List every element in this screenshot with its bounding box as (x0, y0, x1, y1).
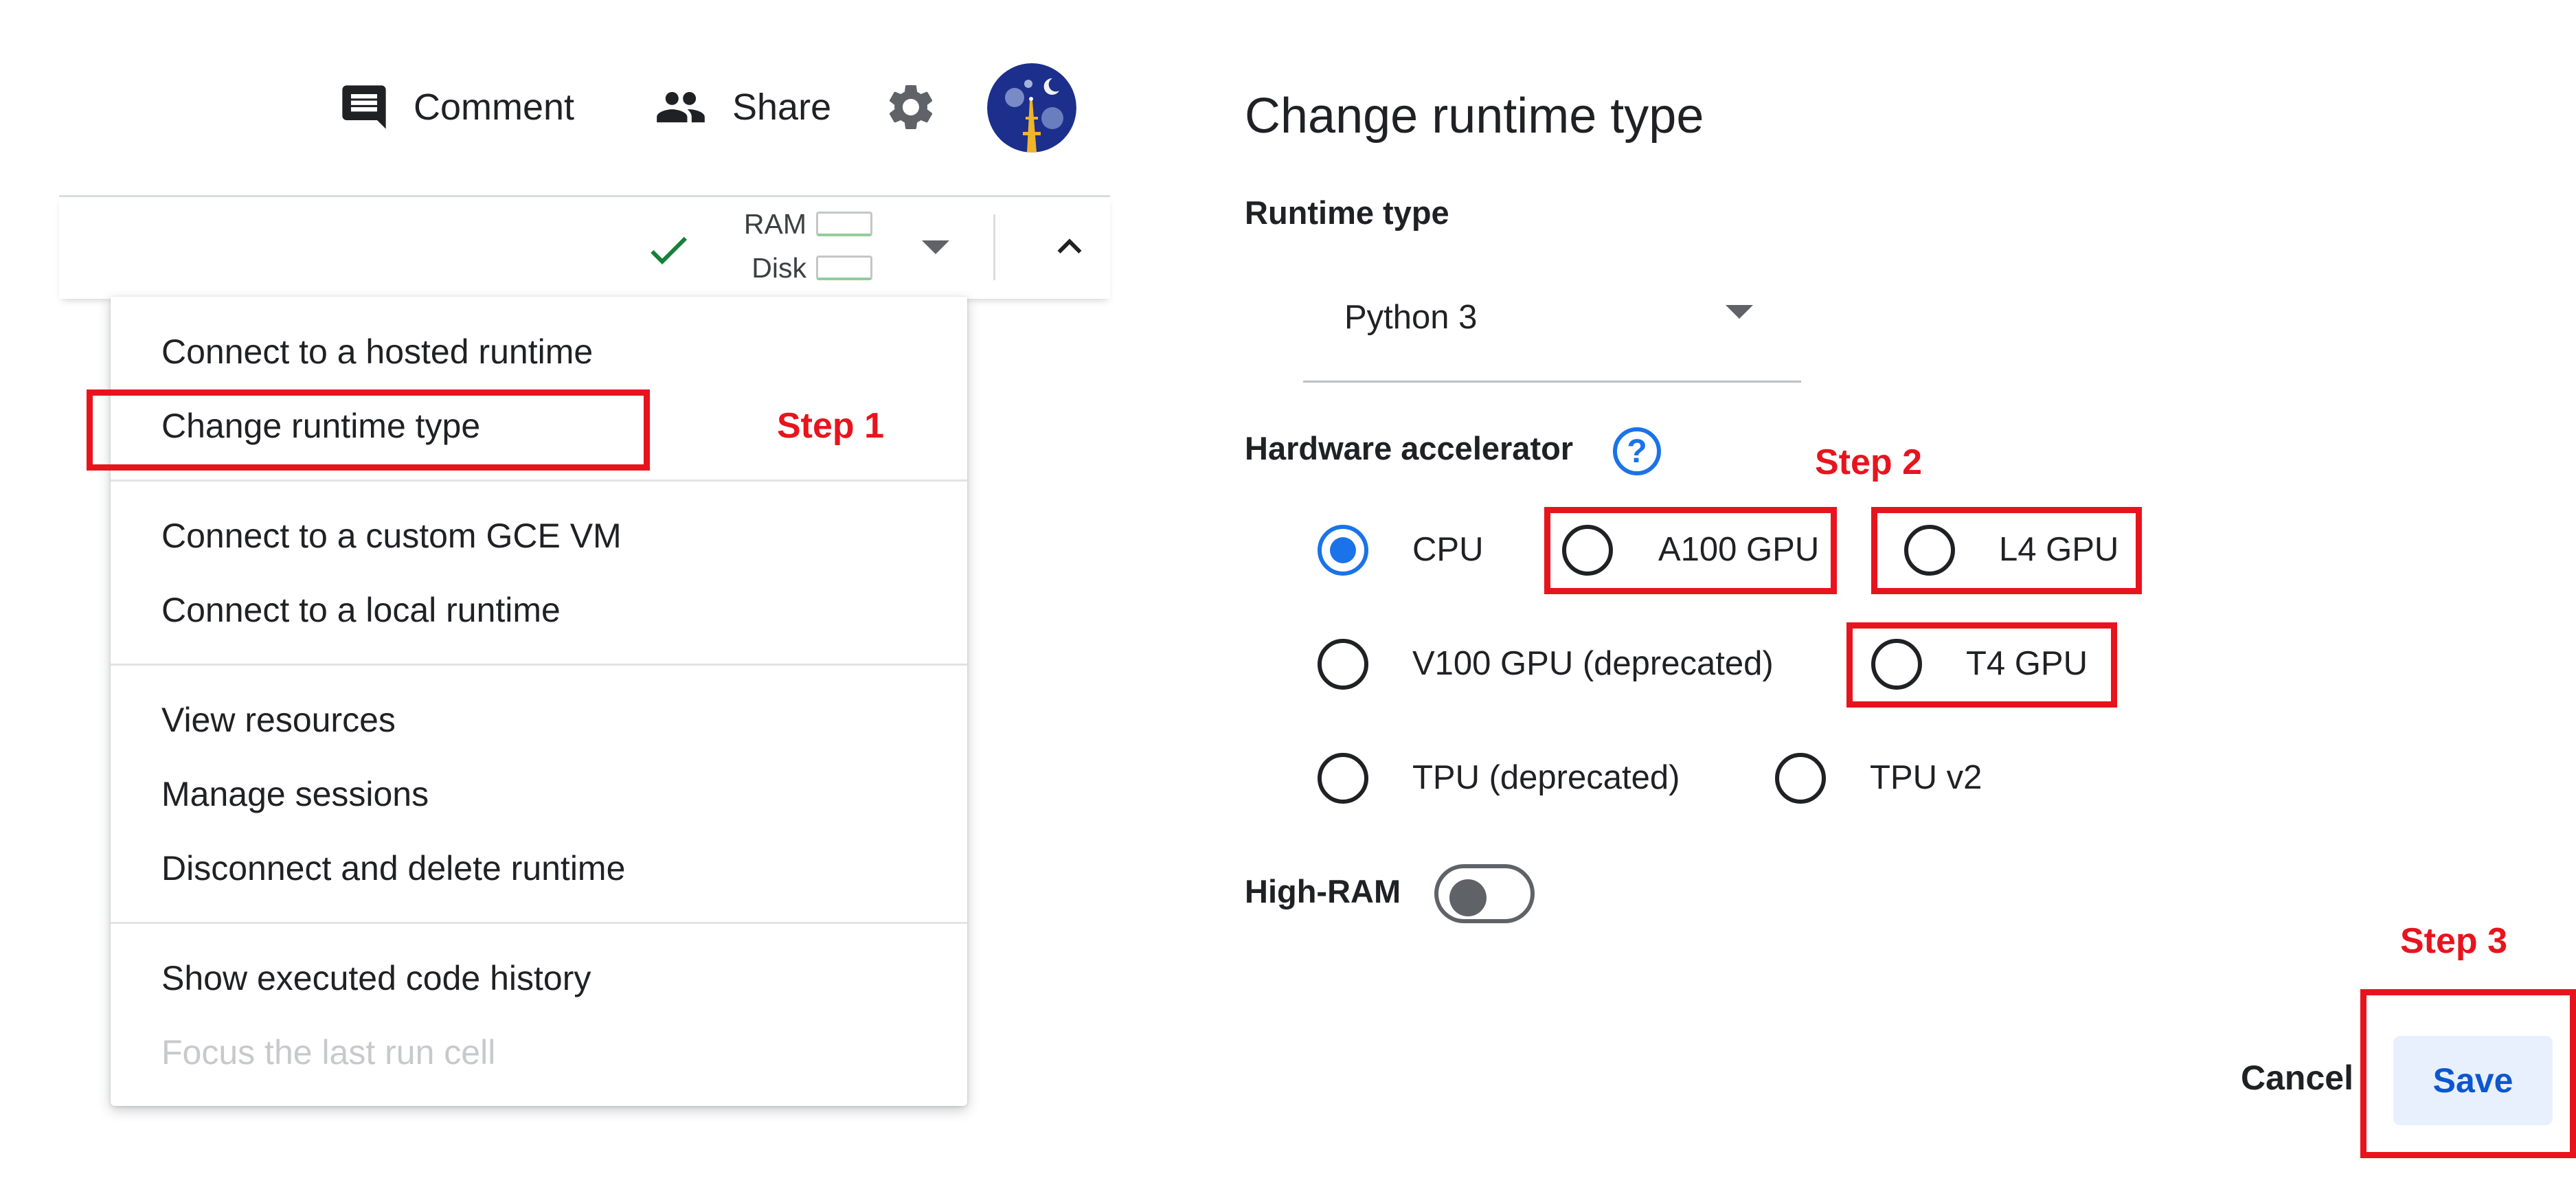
comment-button[interactable]: Comment (338, 81, 574, 133)
caret-down-icon[interactable] (922, 240, 949, 254)
step3-highlight (2360, 989, 2576, 1158)
menu-item-view-resources[interactable]: View resources (161, 699, 396, 741)
radio-tpu-v2[interactable] (1775, 753, 1826, 804)
radio-label-tpu-v2: TPU v2 (1870, 759, 1982, 796)
ram-bar (816, 212, 872, 236)
runtime-type-label: Runtime type (1245, 194, 1449, 231)
comment-icon (338, 81, 390, 133)
user-avatar[interactable] (987, 63, 1076, 152)
radio-tpu-deprecated[interactable] (1318, 753, 1368, 804)
step2-highlight-a100 (1544, 507, 1837, 594)
step2-highlight-l4 (1871, 507, 2142, 594)
menu-item-focus-last-cell: Focus the last run cell (161, 1033, 496, 1072)
menu-divider (111, 479, 967, 482)
runtime-type-select[interactable]: Python 3 (1303, 278, 1801, 383)
disk-bar (816, 256, 872, 280)
step2-label: Step 2 (1815, 442, 1923, 482)
menu-item-disconnect-delete[interactable]: Disconnect and delete runtime (161, 848, 625, 889)
menu-item-custom-gce-vm[interactable]: Connect to a custom GCE VM (161, 515, 622, 556)
step1-highlight (87, 389, 650, 471)
runtime-toolbar (59, 195, 1110, 299)
menu-item-manage-sessions[interactable]: Manage sessions (161, 773, 429, 815)
radio-label-tpu-deprecated: TPU (deprecated) (1412, 759, 1680, 796)
radio-v100-gpu[interactable] (1318, 639, 1368, 690)
step2-highlight-t4 (1846, 622, 2117, 708)
comment-label: Comment (414, 87, 575, 128)
radio-label-v100-gpu: V100 GPU (deprecated) (1412, 645, 1774, 682)
hardware-accelerator-label: Hardware accelerator (1245, 430, 1574, 466)
share-button[interactable]: Share (653, 81, 831, 133)
gear-icon (883, 80, 938, 138)
chevron-up-icon[interactable] (1046, 223, 1094, 274)
ram-label: RAM (743, 208, 806, 240)
radio-label-cpu: CPU (1412, 531, 1484, 568)
high-ram-label: High-RAM (1245, 873, 1401, 909)
help-circle-icon[interactable]: ? (1613, 427, 1661, 475)
high-ram-toggle[interactable] (1434, 864, 1535, 923)
radio-cpu[interactable] (1318, 525, 1368, 576)
checkmark-icon (644, 225, 693, 278)
resource-monitor[interactable]: RAM Disk (714, 202, 872, 290)
menu-item-local-runtime[interactable]: Connect to a local runtime (161, 589, 561, 631)
share-label: Share (732, 87, 832, 128)
caret-down-icon (1726, 305, 1753, 319)
cancel-button[interactable]: Cancel (2241, 1058, 2353, 1098)
runtime-type-value: Python 3 (1344, 299, 1478, 336)
menu-divider (111, 664, 967, 666)
menu-item-code-history[interactable]: Show executed code history (161, 958, 591, 999)
disk-label: Disk (752, 252, 806, 284)
step3-label: Step 3 (2400, 921, 2508, 961)
toolbar-divider (993, 214, 995, 280)
step1-label: Step 1 (777, 406, 885, 446)
toggle-knob (1449, 879, 1487, 916)
menu-divider (111, 922, 967, 924)
menu-item-connect-hosted[interactable]: Connect to a hosted runtime (161, 331, 593, 372)
dialog-title: Change runtime type (1245, 89, 1704, 144)
settings-button[interactable] (883, 81, 938, 136)
people-icon (653, 81, 709, 133)
